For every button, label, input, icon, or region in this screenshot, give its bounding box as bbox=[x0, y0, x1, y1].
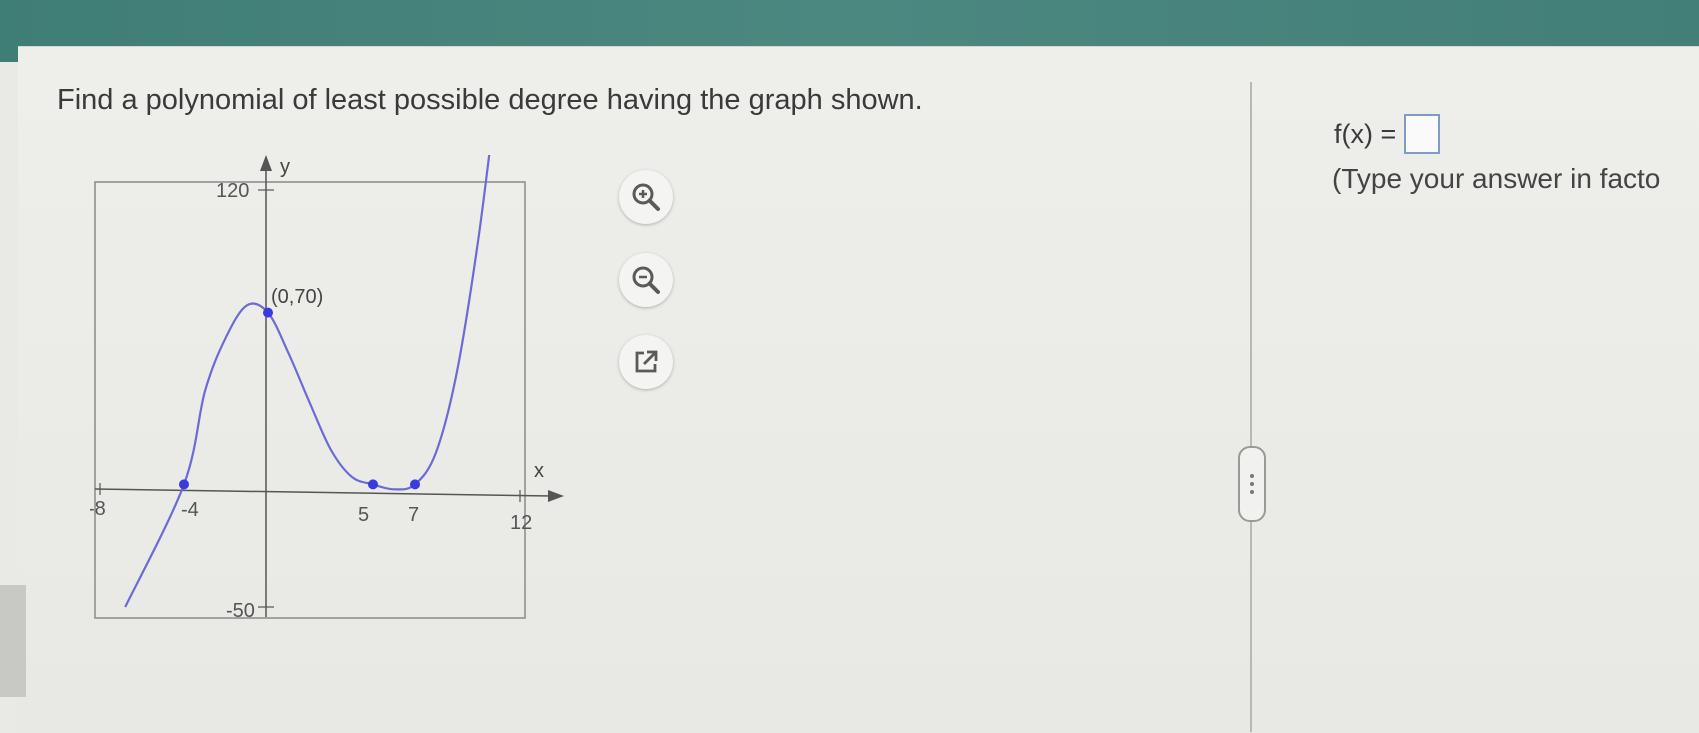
graph-point bbox=[368, 479, 378, 490]
x-max-label: 12 bbox=[510, 512, 532, 534]
handle-dot bbox=[1250, 482, 1254, 486]
y-max-label: 120 bbox=[216, 180, 249, 202]
x-label-7: 7 bbox=[408, 504, 419, 526]
handle-dot bbox=[1250, 474, 1254, 478]
y-intercept-label: (0,70) bbox=[271, 286, 323, 308]
graph-point bbox=[410, 479, 420, 490]
polynomial-graph: y x 120 -50 -8 12 -4 5 7 (0,70) bbox=[90, 155, 564, 622]
answer-hint: (Type your answer in facto bbox=[1332, 163, 1661, 194]
popout-button[interactable] bbox=[619, 335, 673, 389]
answer-label: f(x) = bbox=[1334, 118, 1397, 149]
resize-handle[interactable] bbox=[1238, 446, 1266, 522]
x-axis bbox=[94, 488, 553, 497]
x-axis-label: x bbox=[534, 460, 544, 482]
zoom-in-icon bbox=[632, 183, 660, 211]
x-label-5: 5 bbox=[358, 504, 369, 526]
x-label-neg4: -4 bbox=[181, 499, 199, 521]
graph-point bbox=[263, 307, 273, 318]
graph-frame bbox=[94, 181, 526, 619]
panel-divider bbox=[1250, 82, 1252, 732]
handle-dot bbox=[1250, 490, 1254, 494]
zoom-out-icon bbox=[632, 266, 660, 294]
zoom-out-button[interactable] bbox=[619, 253, 673, 307]
polynomial-curve bbox=[124, 155, 491, 608]
left-edge-tab bbox=[0, 585, 26, 697]
answer-input[interactable] bbox=[1404, 114, 1441, 154]
external-link-icon bbox=[635, 350, 658, 373]
question-text: Find a polynomial of least possible degr… bbox=[57, 84, 923, 116]
y-axis-arrow bbox=[260, 155, 272, 171]
key-points bbox=[179, 307, 420, 490]
answer-row: f(x) = bbox=[1334, 114, 1441, 154]
y-axis-label: y bbox=[280, 156, 290, 178]
x-axis-arrow bbox=[548, 490, 564, 502]
x-min-label: -8 bbox=[90, 498, 106, 520]
y-min-label: -50 bbox=[226, 600, 255, 622]
graph-point bbox=[179, 479, 189, 490]
zoom-in-button[interactable] bbox=[619, 170, 673, 224]
